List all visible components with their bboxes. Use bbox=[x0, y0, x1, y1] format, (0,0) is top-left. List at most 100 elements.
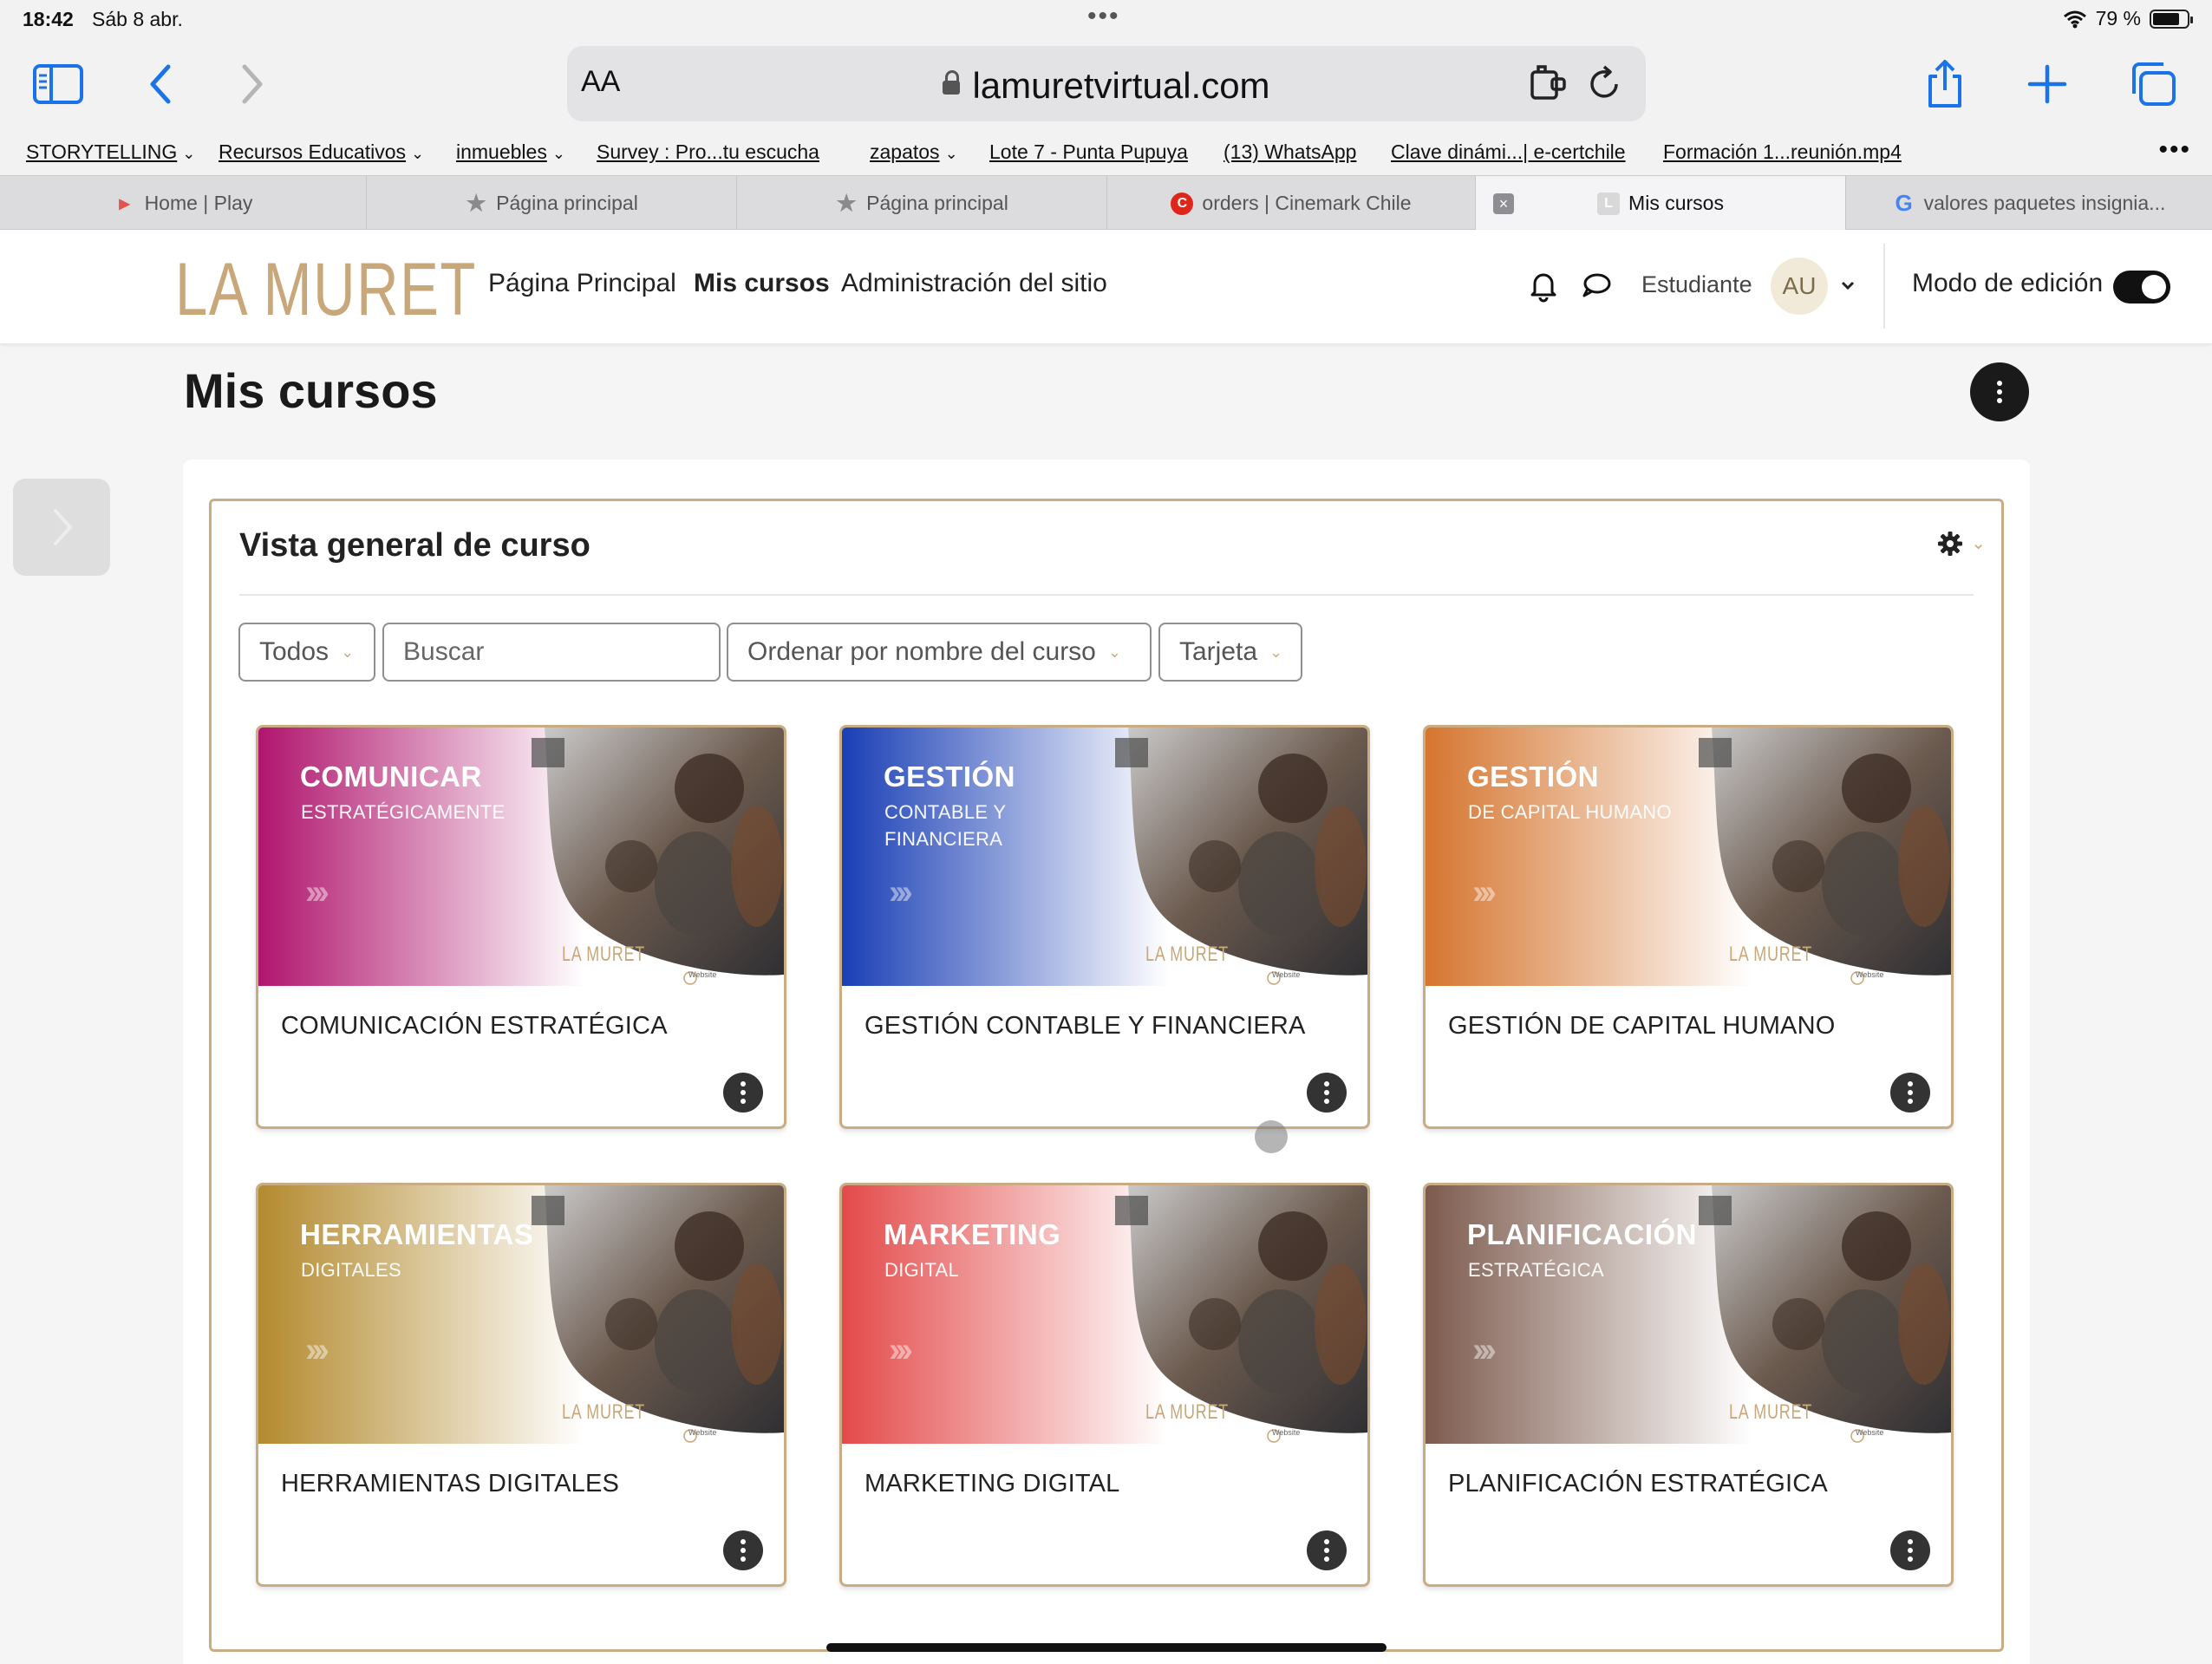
sort-dropdown[interactable]: Ordenar por nombre del curso ⌄ bbox=[727, 623, 1152, 682]
drawer-toggle-button[interactable] bbox=[13, 479, 110, 576]
course-actions-button[interactable] bbox=[723, 1530, 763, 1570]
course-card[interactable]: GESTIÓN DE CAPITAL HUMANO ››› LA MURET W… bbox=[1423, 725, 1954, 1129]
forward-icon[interactable] bbox=[224, 55, 281, 113]
close-tab-icon[interactable]: × bbox=[1493, 193, 1514, 214]
url-field[interactable]: lamuretvirtual.com bbox=[567, 65, 1646, 107]
tab-pagina-principal-2[interactable]: ★ Página principal bbox=[737, 176, 1107, 231]
view-dropdown[interactable]: Tarjeta ⌄ bbox=[1158, 623, 1302, 682]
battery-percent: 79 % bbox=[2095, 7, 2141, 29]
message-icon[interactable] bbox=[1579, 268, 1614, 303]
course-card[interactable]: COMUNICAR ESTRATÉGICAMENTE ››› LA MURET … bbox=[256, 725, 786, 1129]
kebab-icon bbox=[1997, 381, 2002, 403]
chevrons-icon: ››› bbox=[1472, 1331, 1497, 1369]
kebab-icon bbox=[1908, 1081, 1913, 1104]
pointer-cursor bbox=[1255, 1120, 1288, 1153]
user-menu-chevron-icon[interactable] bbox=[1840, 279, 1856, 291]
home-indicator[interactable] bbox=[826, 1643, 1387, 1652]
sidebar-toggle-icon[interactable] bbox=[29, 55, 87, 113]
course-cover-image[interactable]: MARKETING DIGITAL ››› LA MURET Website bbox=[842, 1185, 1367, 1444]
cover-logo: LA MURET bbox=[562, 943, 646, 966]
bookmark-zapatos[interactable]: zapatos ⌄ bbox=[870, 140, 958, 164]
bookmark-survey[interactable]: Survey : Pro...tu escucha bbox=[597, 140, 819, 164]
cover-website-text: Website bbox=[1272, 1428, 1301, 1437]
page-actions-button[interactable] bbox=[1970, 362, 2029, 421]
url-text: lamuretvirtual.com bbox=[972, 65, 1270, 106]
course-name[interactable]: PLANIFICACIÓN ESTRATÉGICA bbox=[1448, 1470, 1828, 1498]
course-actions-button[interactable] bbox=[1890, 1073, 1930, 1113]
cover-title: GESTIÓN bbox=[884, 760, 1016, 793]
bell-icon[interactable] bbox=[1526, 268, 1561, 303]
course-cover-image[interactable]: COMUNICAR ESTRATÉGICAMENTE ››› LA MURET … bbox=[258, 728, 784, 986]
bookmark-whatsapp[interactable]: (13) WhatsApp bbox=[1223, 140, 1356, 164]
star-icon: ★ bbox=[836, 190, 857, 216]
bookmark-formacion[interactable]: Formación 1...reunión.mp4 bbox=[1663, 140, 1902, 164]
course-card[interactable]: HERRAMIENTAS DIGITALES ››› LA MURET Webs… bbox=[256, 1183, 786, 1587]
kebab-icon bbox=[741, 1539, 746, 1562]
course-actions-button[interactable] bbox=[1307, 1530, 1347, 1570]
tab-overview-icon[interactable] bbox=[2124, 55, 2182, 113]
bookmark-storytelling[interactable]: STORYTELLING ⌄ bbox=[26, 140, 195, 164]
chevron-down-icon: ⌄ bbox=[341, 643, 355, 661]
nav-mis-cursos[interactable]: Mis cursos bbox=[694, 269, 830, 298]
chevron-down-icon: ⌄ bbox=[1269, 643, 1283, 661]
back-icon[interactable] bbox=[132, 55, 189, 113]
cover-subtitle-line: DE CAPITAL HUMANO bbox=[1468, 801, 1672, 823]
chevrons-icon: ››› bbox=[889, 1331, 913, 1369]
course-card[interactable]: MARKETING DIGITAL ››› LA MURET Website M… bbox=[839, 1183, 1370, 1587]
bookmark-recursos-educativos[interactable]: Recursos Educativos ⌄ bbox=[219, 140, 424, 164]
course-name[interactable]: GESTIÓN DE CAPITAL HUMANO bbox=[1448, 1012, 1836, 1041]
cover-subtitle: DIGITAL bbox=[884, 1256, 959, 1283]
nav-pagina-principal[interactable]: Página Principal bbox=[488, 269, 676, 298]
course-name[interactable]: GESTIÓN CONTABLE Y FINANCIERA bbox=[865, 1012, 1306, 1041]
chevron-down-icon: ⌄ bbox=[182, 145, 196, 162]
new-tab-icon[interactable] bbox=[2019, 55, 2076, 113]
cover-subtitle: ESTRATÉGICA bbox=[1468, 1256, 1604, 1283]
extension-icon[interactable] bbox=[1528, 63, 1569, 105]
tab-google[interactable]: Gvalores paquetes insignia... bbox=[1846, 176, 2212, 231]
cover-website-text: Website bbox=[688, 970, 717, 979]
bookmark-clave-dinamica[interactable]: Clave dinámi...| e-certchile bbox=[1391, 140, 1626, 164]
cover-subtitle-line: ESTRATÉGICA bbox=[1468, 1259, 1604, 1281]
tab-home-play[interactable]: ▶ Home | Play bbox=[0, 176, 367, 231]
chevrons-icon: ››› bbox=[305, 873, 330, 911]
course-card[interactable]: GESTIÓN CONTABLE Y FINANCIERA ››› LA MURE… bbox=[839, 725, 1370, 1129]
block-divider bbox=[239, 594, 1974, 596]
course-cover-image[interactable]: GESTIÓN CONTABLE Y FINANCIERA ››› LA MURE… bbox=[842, 728, 1367, 986]
tab-pagina-principal-1[interactable]: ★ Página principal bbox=[367, 176, 737, 231]
bookmark-inmuebles[interactable]: inmuebles ⌄ bbox=[456, 140, 565, 164]
course-actions-button[interactable] bbox=[723, 1073, 763, 1113]
search-input[interactable] bbox=[403, 637, 719, 667]
edit-mode-toggle[interactable] bbox=[2113, 271, 2170, 303]
more-bookmarks-icon[interactable]: ••• bbox=[2158, 135, 2191, 165]
chevron-down-icon[interactable]: ⌄ bbox=[1971, 532, 1986, 554]
cover-subtitle-line: FINANCIERA bbox=[884, 828, 1003, 850]
gear-icon[interactable] bbox=[1937, 531, 1963, 557]
multitasking-dots-icon[interactable]: ••• bbox=[1087, 2, 1120, 31]
kebab-icon bbox=[1324, 1081, 1329, 1104]
course-cover-image[interactable]: PLANIFICACIÓN ESTRATÉGICA ››› LA MURET W… bbox=[1426, 1185, 1951, 1444]
share-icon[interactable] bbox=[1916, 55, 1974, 113]
tab-mis-cursos[interactable]: × L Mis cursos bbox=[1476, 176, 1846, 231]
nav-administracion[interactable]: Administración del sitio bbox=[841, 269, 1107, 298]
cover-logo: LA MURET bbox=[562, 1400, 646, 1424]
course-actions-button[interactable] bbox=[1890, 1530, 1930, 1570]
grouping-dropdown[interactable]: Todos ⌄ bbox=[238, 623, 375, 682]
course-actions-button[interactable] bbox=[1307, 1073, 1347, 1113]
avatar[interactable]: AU bbox=[1771, 258, 1828, 315]
course-cover-image[interactable]: GESTIÓN DE CAPITAL HUMANO ››› LA MURET W… bbox=[1426, 728, 1951, 986]
search-input-wrapper bbox=[382, 623, 721, 682]
course-card[interactable]: PLANIFICACIÓN ESTRATÉGICA ››› LA MURET W… bbox=[1423, 1183, 1954, 1587]
reload-icon[interactable] bbox=[1583, 63, 1625, 105]
chevrons-icon: ››› bbox=[1472, 873, 1497, 911]
address-bar[interactable]: AA lamuretvirtual.com bbox=[567, 46, 1646, 121]
tab-cinemark[interactable]: Corders | Cinemark Chile bbox=[1107, 176, 1476, 231]
cover-subtitle: DIGITALES bbox=[301, 1256, 401, 1283]
course-name[interactable]: HERRAMIENTAS DIGITALES bbox=[281, 1470, 619, 1498]
site-logo[interactable]: LA MURET bbox=[175, 247, 477, 333]
cover-logo: LA MURET bbox=[1729, 1400, 1813, 1424]
cover-logo: LA MURET bbox=[1145, 943, 1230, 966]
course-name[interactable]: COMUNICACIÓN ESTRATÉGICA bbox=[281, 1012, 668, 1041]
bookmark-lote-7[interactable]: Lote 7 - Punta Pupuya bbox=[989, 140, 1188, 164]
course-cover-image[interactable]: HERRAMIENTAS DIGITALES ››› LA MURET Webs… bbox=[258, 1185, 784, 1444]
course-name[interactable]: MARKETING DIGITAL bbox=[865, 1470, 1120, 1498]
